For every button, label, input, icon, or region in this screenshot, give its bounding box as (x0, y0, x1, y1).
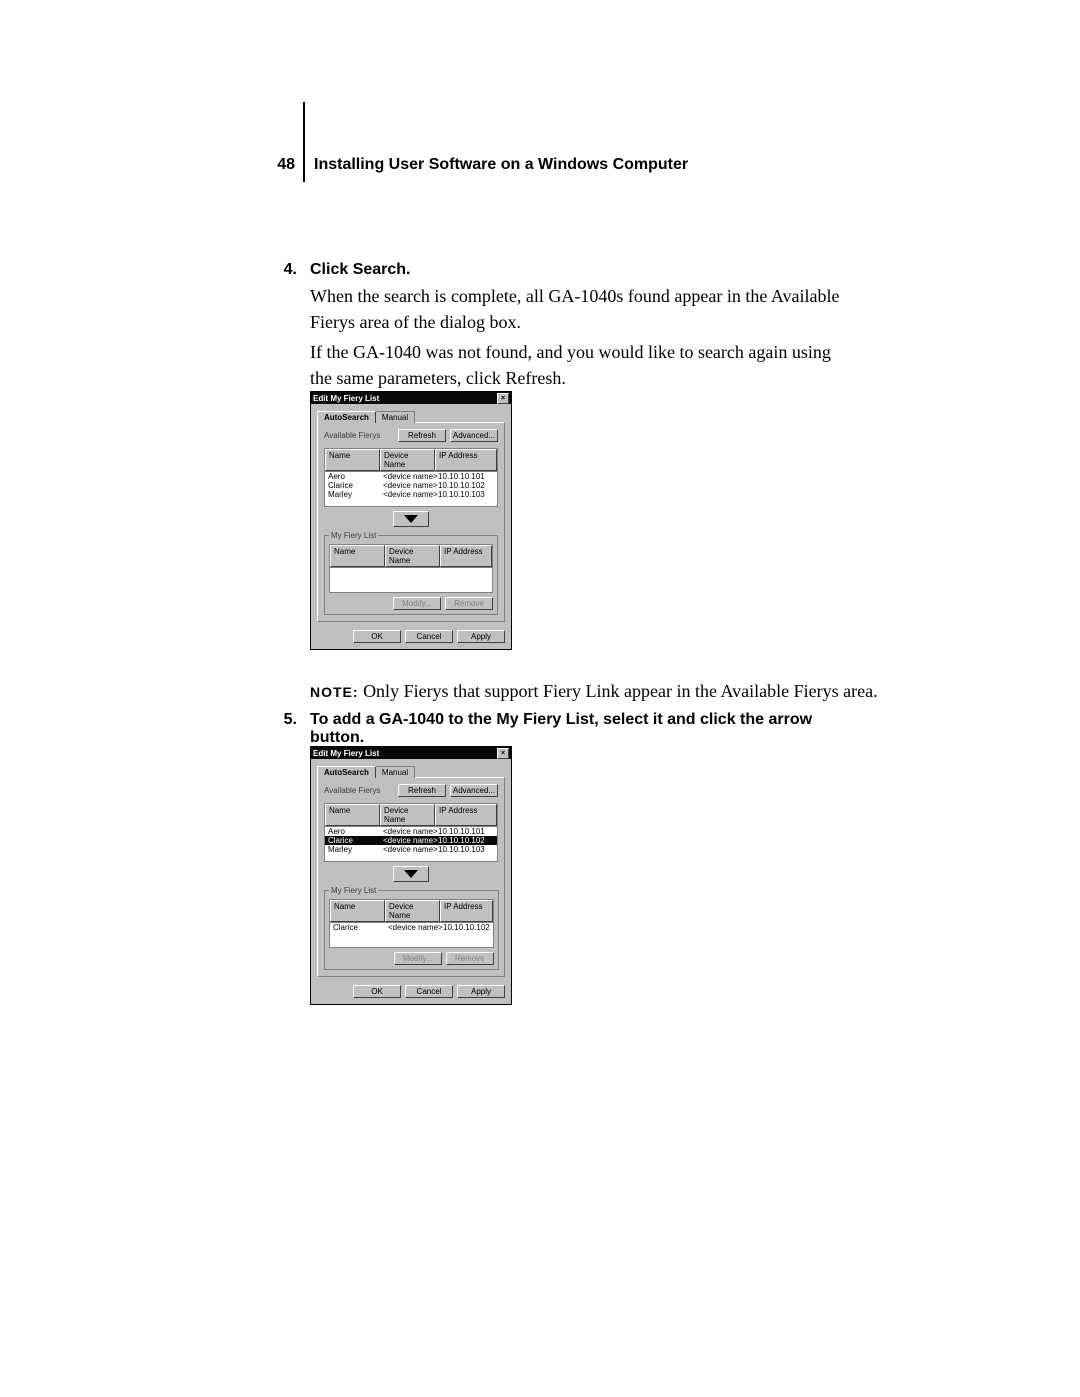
col-name[interactable]: Name (325, 804, 380, 826)
dialog-footer: OK Cancel Apply (311, 628, 511, 649)
dialog-edit-my-fiery-list-2: Edit My Fiery List × AutoSearchManual Avail… (310, 746, 512, 1005)
available-list-header: NameDevice NameIP Address (324, 448, 498, 472)
close-icon[interactable]: × (497, 393, 509, 404)
advanced-button[interactable]: Advanced... (450, 784, 498, 797)
list-item[interactable]: Aero<device name>10.10.10.101 (325, 827, 497, 836)
step-5-number: 5. (273, 711, 297, 729)
dialog-titlebar: Edit My Fiery List × (311, 392, 511, 404)
tab-panel-autosearch: Available FierysRefreshAdvanced...NameDe… (317, 777, 505, 977)
col-ip[interactable]: IP Address (435, 449, 497, 471)
dialog-title: Edit My Fiery List (313, 394, 379, 403)
available-list[interactable]: Aero<device name>10.10.10.101Clarice<dev… (324, 827, 498, 862)
cancel-button[interactable]: Cancel (405, 630, 453, 643)
my-fiery-list-legend: My Fiery List (329, 531, 378, 540)
arrow-row (324, 866, 498, 882)
tab-manual[interactable]: Manual (375, 766, 415, 778)
advanced-button[interactable]: Advanced... (450, 429, 498, 442)
available-fierys-label: Available Fierys (324, 786, 394, 795)
col-name[interactable]: Name (330, 900, 385, 922)
dialog-title: Edit My Fiery List (313, 749, 379, 758)
tab-strip: AutoSearchManual (317, 410, 505, 422)
list-item[interactable]: Marley<device name>10.10.10.103 (325, 490, 497, 499)
step-4-number: 4. (273, 261, 297, 279)
ok-button[interactable]: OK (353, 630, 401, 643)
available-list-header: NameDevice NameIP Address (324, 803, 498, 827)
dialog-body: AutoSearchManualAvailable FierysRefreshA… (311, 759, 511, 983)
step-5-heading: To add a GA-1040 to the My Fiery List, s… (310, 711, 850, 747)
dialog-body: AutoSearchManualAvailable FierysRefreshA… (311, 404, 511, 628)
note-text: Only Fierys that support Fiery Link appe… (359, 681, 878, 701)
remove-button[interactable]: Remove (446, 952, 494, 965)
cancel-button[interactable]: Cancel (405, 985, 453, 998)
refresh-button[interactable]: Refresh (398, 429, 446, 442)
dialog-titlebar: Edit My Fiery List × (311, 747, 511, 759)
page-title: Installing User Software on a Windows Co… (314, 156, 688, 174)
arrow-row (324, 511, 498, 527)
available-fierys-label: Available Fierys (324, 431, 394, 440)
add-to-list-arrow-button[interactable] (393, 511, 429, 527)
list-item[interactable]: Marley<device name>10.10.10.103 (325, 845, 497, 854)
header-rule (303, 102, 305, 182)
myfiery-list-header: NameDevice NameIP Address (329, 544, 493, 568)
note-label: NOTE: (310, 684, 359, 700)
dialog-footer: OK Cancel Apply (311, 983, 511, 1004)
col-device[interactable]: Device Name (380, 449, 435, 471)
available-fierys-row: Available Fierys Refresh Advanced... (324, 429, 498, 442)
myfiery-list[interactable] (329, 568, 493, 593)
refresh-button[interactable]: Refresh (398, 784, 446, 797)
col-device[interactable]: Device Name (385, 545, 440, 567)
myfiery-button-row: Modify... Remove (329, 952, 494, 965)
down-arrow-icon (404, 870, 418, 878)
tab-autosearch[interactable]: AutoSearch (317, 766, 376, 778)
down-arrow-icon (404, 515, 418, 523)
step-4-para-1: When the search is complete, all GA-1040… (310, 283, 850, 335)
available-list[interactable]: Aero<device name>10.10.10.101Clarice<dev… (324, 472, 498, 507)
tab-manual[interactable]: Manual (375, 411, 415, 423)
ok-button[interactable]: OK (353, 985, 401, 998)
tab-autosearch[interactable]: AutoSearch (317, 411, 376, 423)
modify-button[interactable]: Modify... (393, 597, 441, 610)
col-ip[interactable]: IP Address (440, 545, 492, 567)
col-device[interactable]: Device Name (380, 804, 435, 826)
col-name[interactable]: Name (325, 449, 380, 471)
note-line: NOTE: Only Fierys that support Fiery Lin… (310, 678, 878, 705)
dialog-edit-my-fiery-list-1: Edit My Fiery List × AutoSearchManual Avail… (310, 391, 512, 650)
apply-button[interactable]: Apply (457, 630, 505, 643)
tab-strip: AutoSearchManual (317, 765, 505, 777)
step-4-heading: Click Search. (310, 261, 411, 279)
col-device[interactable]: Device Name (385, 900, 440, 922)
col-ip[interactable]: IP Address (440, 900, 493, 922)
step-4-para-2: If the GA-1040 was not found, and you wo… (310, 339, 850, 391)
col-name[interactable]: Name (330, 545, 385, 567)
close-icon[interactable]: × (497, 748, 509, 759)
page-number: 48 (277, 156, 295, 174)
available-fierys-row: Available Fierys Refresh Advanced... (324, 784, 498, 797)
my-fiery-list-fieldset: My Fiery List NameDevice NameIP Address Mo… (324, 531, 498, 615)
list-item[interactable]: Aero<device name>10.10.10.101 (325, 472, 497, 481)
myfiery-list-header: NameDevice NameIP Address (329, 899, 494, 923)
tab-panel-autosearch: Available FierysRefreshAdvanced...NameDe… (317, 422, 505, 622)
list-item[interactable]: Clarice<device name>10.10.10.102 (325, 836, 497, 845)
my-fiery-list-legend: My Fiery List (329, 886, 378, 895)
list-item[interactable]: Clarice<device name>10.10.10.102 (330, 923, 493, 932)
apply-button[interactable]: Apply (457, 985, 505, 998)
add-to-list-arrow-button[interactable] (393, 866, 429, 882)
myfiery-button-row: Modify... Remove (329, 597, 493, 610)
myfiery-list[interactable]: Clarice<device name>10.10.10.102 (329, 923, 494, 948)
remove-button[interactable]: Remove (445, 597, 493, 610)
modify-button[interactable]: Modify... (394, 952, 442, 965)
list-item[interactable]: Clarice<device name>10.10.10.102 (325, 481, 497, 490)
page: 48 Installing User Software on a Windows… (0, 0, 1080, 1397)
my-fiery-list-fieldset: My Fiery List NameDevice NameIP AddressCl… (324, 886, 499, 970)
col-ip[interactable]: IP Address (435, 804, 497, 826)
